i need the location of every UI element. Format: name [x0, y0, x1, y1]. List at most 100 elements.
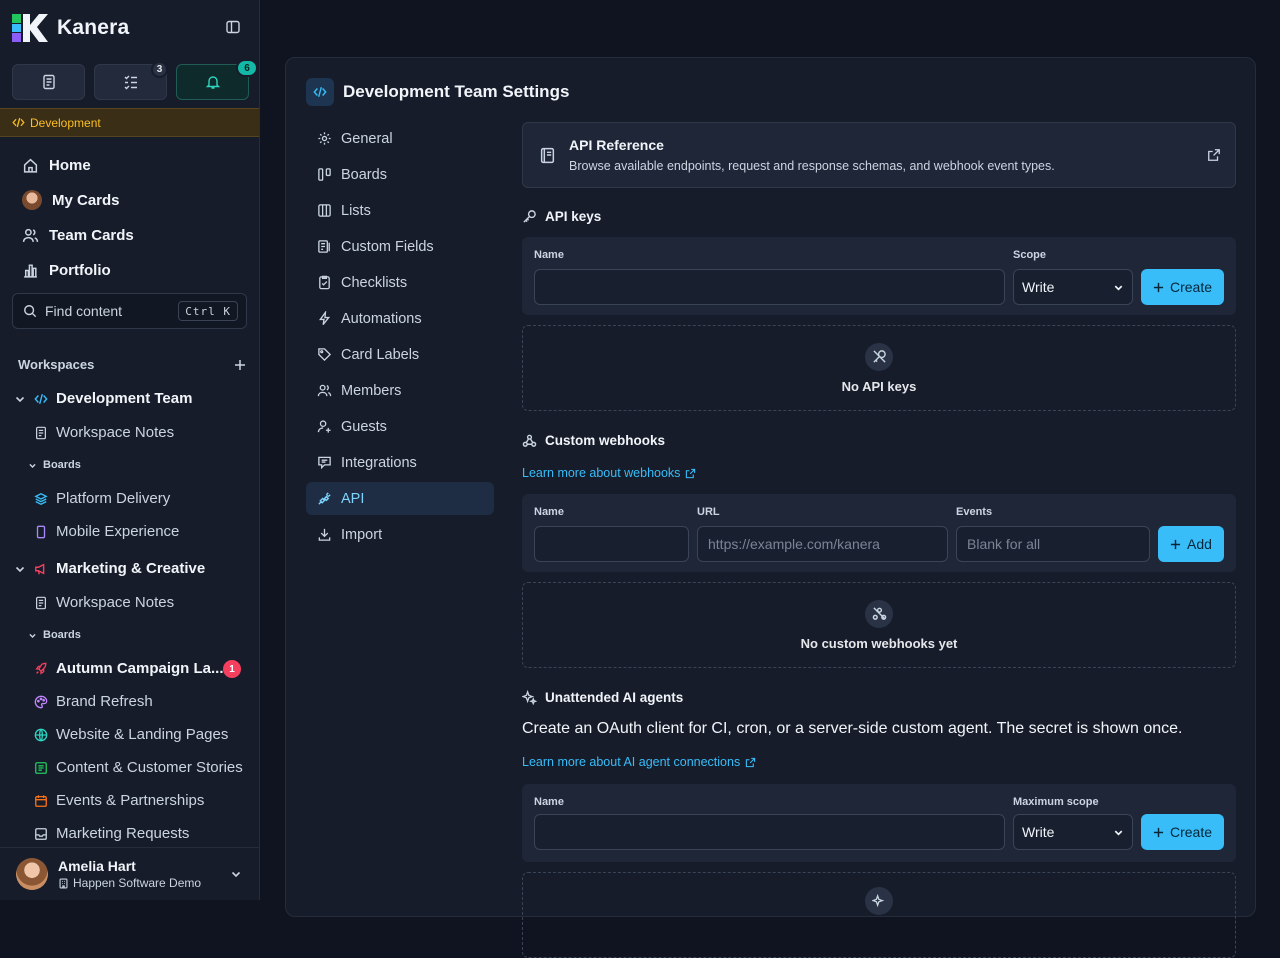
boards-group-toggle[interactable]: Boards: [28, 459, 81, 471]
workspace-notes-link[interactable]: Workspace Notes: [34, 424, 174, 441]
board-mobile-experience[interactable]: Mobile Experience: [34, 523, 179, 540]
external-link-icon[interactable]: [1207, 148, 1221, 162]
settings-nav-lists[interactable]: Lists: [306, 194, 494, 227]
name-label: Name: [534, 796, 564, 808]
scope-value: Write: [1022, 824, 1055, 840]
webhook-name-input[interactable]: [534, 526, 689, 562]
ai-agents-description: Create an OAuth client for CI, cron, or …: [522, 720, 1183, 737]
checklist-button[interactable]: 3: [94, 61, 168, 100]
webhooks-empty-state: No custom webhooks yet: [522, 582, 1236, 668]
create-api-key-button[interactable]: Create: [1141, 269, 1224, 305]
create-ai-agent-button[interactable]: Create: [1141, 814, 1224, 850]
notes-button[interactable]: [12, 64, 85, 100]
webhooks-title: Custom webhooks: [545, 433, 666, 448]
board-brand-refresh[interactable]: Brand Refresh: [34, 693, 153, 710]
workspace-name: Marketing & Creative: [56, 560, 206, 577]
board-marketing-requests[interactable]: Marketing Requests: [34, 825, 189, 842]
events-placeholder: Blank for all: [967, 536, 1041, 552]
chevron-down-icon: [15, 566, 25, 572]
nav-home[interactable]: Home: [12, 149, 247, 181]
calendar-icon: [35, 794, 47, 807]
app-logo[interactable]: Kanera: [12, 14, 129, 42]
settings-nav-integrations[interactable]: Integrations: [306, 446, 494, 479]
ai-agent-scope-select[interactable]: Write: [1013, 814, 1133, 850]
context-bar: Development: [0, 108, 259, 137]
notes-icon: [36, 426, 46, 439]
boards-group-label: Boards: [43, 629, 81, 641]
notifications-button[interactable]: 6: [176, 59, 258, 100]
external-link-icon: [686, 468, 696, 478]
ai-agent-name-input[interactable]: [534, 814, 1005, 850]
settings-nav-import[interactable]: Import: [306, 518, 494, 551]
settings-nav-guests[interactable]: Guests: [306, 410, 494, 443]
board-website-landing-pages[interactable]: Website & Landing Pages: [34, 726, 228, 743]
page-title: Development Team Settings: [306, 78, 569, 106]
collapse-sidebar-icon[interactable]: [225, 19, 241, 35]
settings-nav-general[interactable]: General: [306, 122, 494, 155]
code-icon: [12, 117, 25, 128]
user-menu[interactable]: Amelia Hart Happen Software Demo: [0, 847, 259, 900]
board-platform-delivery[interactable]: Platform Delivery: [34, 490, 170, 507]
empty-message: No API keys: [841, 378, 917, 394]
building-icon: [59, 877, 68, 889]
api-reference-card[interactable]: API Reference Browse available endpoints…: [522, 122, 1236, 188]
board-label: Autumn Campaign La...: [56, 660, 224, 677]
code-icon: [306, 78, 334, 106]
board-events-partnerships[interactable]: Events & Partnerships: [34, 792, 204, 809]
external-link-icon: [746, 757, 756, 767]
api-keys-empty-state: No API keys: [522, 325, 1236, 411]
home-icon: [23, 158, 38, 173]
api-key-scope-select[interactable]: Write: [1013, 269, 1133, 305]
nav-home-label: Home: [49, 156, 91, 174]
learn-more-label: Learn more about webhooks: [522, 466, 681, 480]
nav-my-cards[interactable]: My Cards: [12, 184, 247, 216]
settings-nav-members[interactable]: Members: [306, 374, 494, 407]
settings-nav-automations[interactable]: Automations: [306, 302, 494, 335]
scope-label: Scope: [1013, 249, 1047, 261]
ai-agents-empty-state: [522, 872, 1236, 958]
add-label: Add: [1187, 536, 1212, 552]
settings-nav-label: Guests: [341, 418, 387, 435]
nav-portfolio-label: Portfolio: [49, 261, 111, 279]
api-key-name-input[interactable]: [534, 269, 1005, 305]
add-workspace-icon[interactable]: [234, 359, 246, 371]
sidebar: Kanera 3 6 Development Home My Cards Tea…: [0, 0, 260, 900]
settings-nav-boards[interactable]: Boards: [306, 158, 494, 191]
settings-nav-checklists[interactable]: Checklists: [306, 266, 494, 299]
events-label: Events: [956, 506, 993, 518]
settings-nav-card-labels[interactable]: Card Labels: [306, 338, 494, 371]
settings-nav-label: Members: [341, 382, 402, 399]
learn-more-webhooks-link[interactable]: Learn more about webhooks: [522, 466, 696, 480]
nav-portfolio[interactable]: Portfolio: [12, 254, 247, 286]
boards-group-toggle[interactable]: Boards: [28, 629, 81, 641]
bell-icon: [205, 76, 220, 89]
search-input[interactable]: Find content Ctrl K: [12, 293, 247, 329]
add-webhook-button[interactable]: Add: [1158, 526, 1224, 562]
board-autumn-campaign[interactable]: Autumn Campaign La...: [34, 660, 224, 677]
learn-more-ai-agents-link[interactable]: Learn more about AI agent connections: [522, 755, 756, 769]
key-icon: [523, 210, 536, 223]
webhook-events-input[interactable]: Blank for all: [956, 526, 1150, 562]
nav-team-cards[interactable]: Team Cards: [12, 219, 247, 251]
chevron-down-icon: [29, 633, 36, 638]
board-label: Brand Refresh: [56, 693, 153, 710]
workspace-notes-label: Workspace Notes: [56, 424, 175, 441]
settings-nav-api[interactable]: API: [306, 482, 494, 515]
unread-badge: 1: [223, 660, 241, 678]
boards-group-label: Boards: [43, 459, 81, 471]
workspace-marketing-creative[interactable]: Marketing & Creative: [14, 560, 205, 577]
settings-nav-custom-fields[interactable]: Custom Fields: [306, 230, 494, 263]
rocket-icon: [35, 662, 47, 675]
settings-nav-label: Checklists: [341, 274, 408, 291]
create-label: Create: [1169, 824, 1213, 840]
kanban-icon: [318, 168, 331, 181]
name-label: Name: [534, 506, 564, 518]
kanera-logo-icon: [12, 14, 48, 42]
webhook-url-input[interactable]: https://example.com/kanera: [697, 526, 948, 562]
board-label: Platform Delivery: [56, 490, 171, 507]
checklist-icon: [124, 75, 137, 90]
workspace-development-team[interactable]: Development Team: [14, 390, 192, 407]
app-name: Kanera: [57, 16, 130, 39]
board-content-customer-stories[interactable]: Content & Customer Stories: [34, 759, 243, 776]
workspace-notes-link[interactable]: Workspace Notes: [34, 594, 174, 611]
